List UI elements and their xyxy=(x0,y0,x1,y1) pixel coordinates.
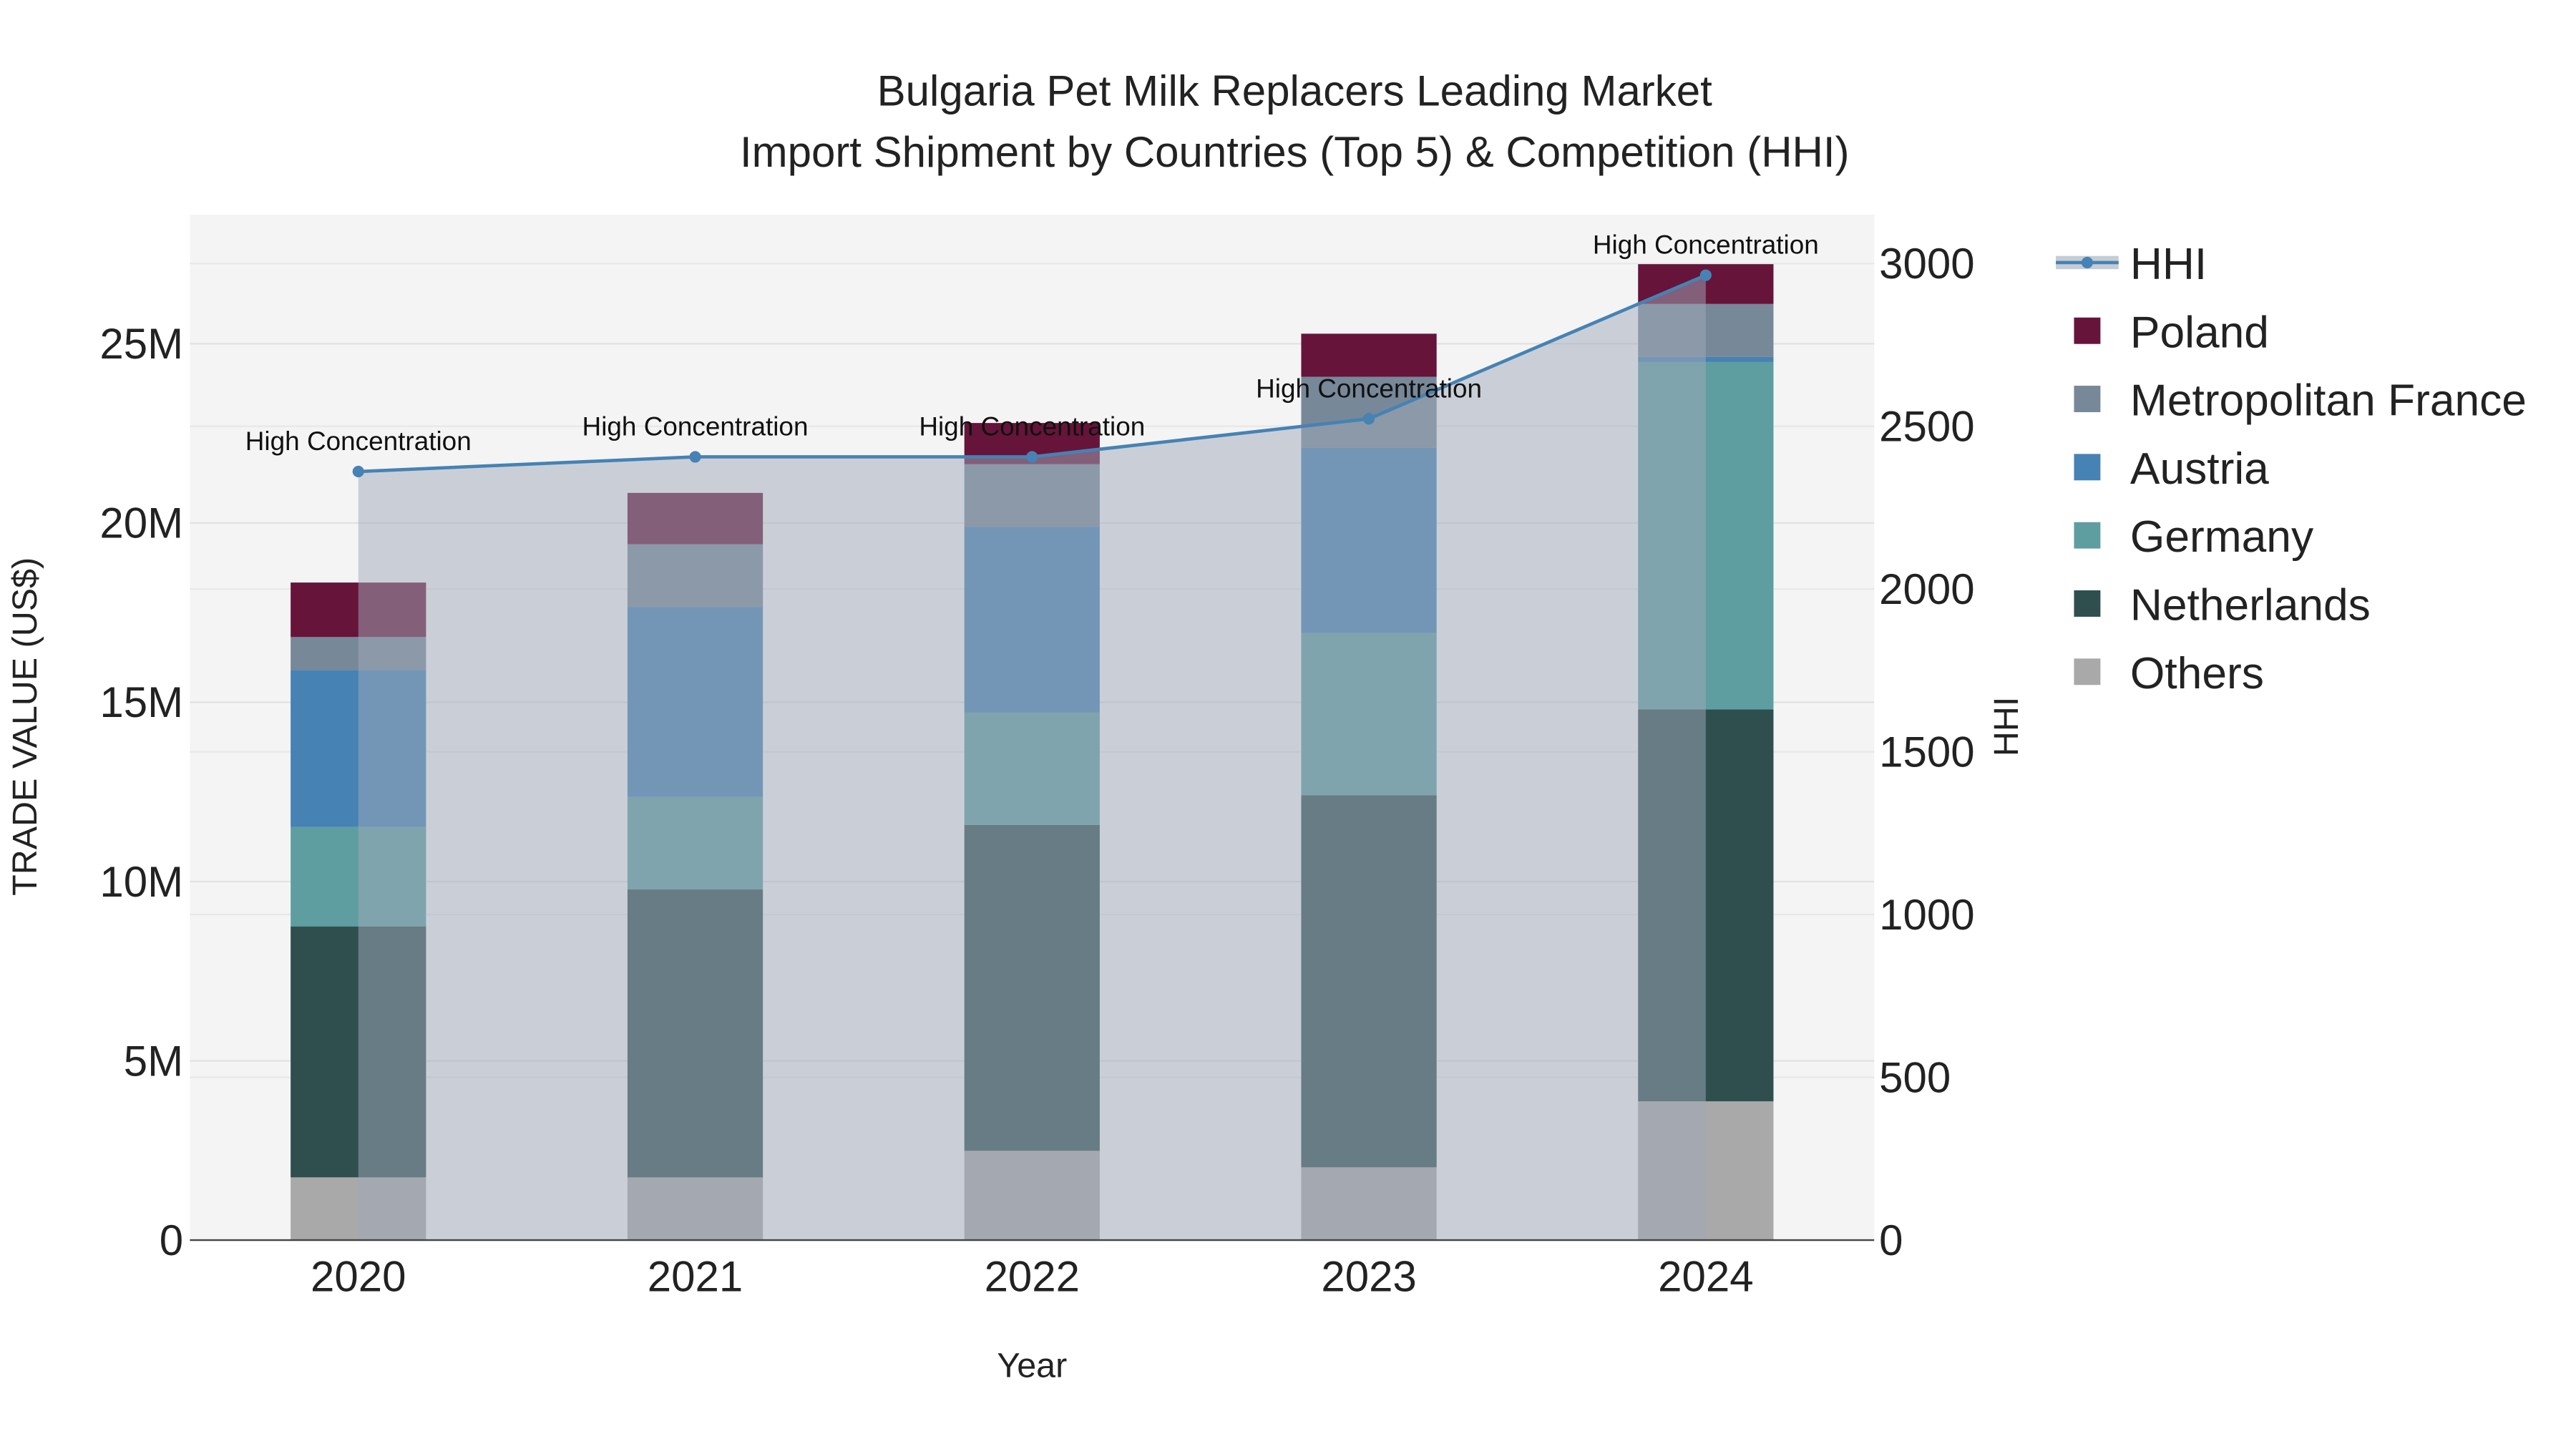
hhi-point xyxy=(1026,451,1038,463)
y-tick-label: 10M xyxy=(99,858,183,906)
legend-label: Germany xyxy=(2130,512,2314,562)
y-tick-label: 0 xyxy=(160,1216,183,1264)
y-tick-label: 20M xyxy=(99,499,183,547)
x-tick-label: 2020 xyxy=(311,1253,406,1301)
hhi-point xyxy=(352,465,364,478)
hhi-annotation: High Concentration xyxy=(245,426,472,456)
chart-title: Bulgaria Pet Milk Replacers Leading Mark… xyxy=(877,67,1713,115)
x-tick-label: 2023 xyxy=(1321,1253,1416,1301)
legend-swatch xyxy=(2074,386,2101,412)
legend-label: Others xyxy=(2130,649,2264,698)
y2-tick-label: 3000 xyxy=(1879,240,1974,288)
legend-label: Poland xyxy=(2130,308,2269,357)
y-tick-label: 15M xyxy=(99,678,183,726)
legend-swatch xyxy=(2074,590,2101,617)
hhi-annotation: High Concentration xyxy=(1256,374,1482,403)
legend-swatch xyxy=(2074,522,2101,549)
legend-hhi-marker xyxy=(2081,256,2093,268)
hhi-annotation: High Concentration xyxy=(1593,230,1819,260)
legend-label: HHI xyxy=(2130,240,2207,289)
bar-poland xyxy=(1301,333,1437,377)
y2-axis-ticks: 0 500 1000 1500 2000 2500 3000 xyxy=(1879,240,1974,1264)
chart-subtitle: Import Shipment by Countries (Top 5) & C… xyxy=(740,128,1850,176)
x-tick-label: 2024 xyxy=(1658,1253,1753,1301)
legend-label: Netherlands xyxy=(2130,581,2371,630)
legend-label: Metropolitan France xyxy=(2130,376,2527,426)
legend-swatch xyxy=(2074,317,2101,344)
hhi-point xyxy=(689,451,701,463)
legend-label: Austria xyxy=(2130,444,2269,494)
y2-tick-label: 2500 xyxy=(1879,402,1974,450)
hhi-annotation: High Concentration xyxy=(919,411,1145,441)
y2-tick-label: 500 xyxy=(1879,1053,1951,1101)
legend-swatch xyxy=(2074,454,2101,481)
y-tick-label: 5M xyxy=(124,1037,183,1085)
x-tick-label: 2022 xyxy=(985,1253,1080,1301)
y-axis-ticks: 0 5M 10M 15M 20M 25M xyxy=(99,320,183,1264)
y2-tick-label: 0 xyxy=(1879,1216,1903,1264)
y2-tick-label: 1000 xyxy=(1879,891,1974,939)
chart: High Concentration High Concentration High… xyxy=(6,67,2527,1385)
x-tick-label: 2021 xyxy=(648,1253,743,1301)
x-axis-title: Year xyxy=(997,1347,1067,1385)
legend: HHI Poland Metropolitan France Austria Germa… xyxy=(2056,240,2527,698)
hhi-point xyxy=(1699,269,1712,281)
x-axis-ticks: 2020 2021 2022 2023 2024 xyxy=(311,1253,1754,1301)
y2-axis-title: HHI xyxy=(1987,697,2026,756)
hhi-point xyxy=(1363,413,1375,425)
y-axis-title: TRADE VALUE (US$) xyxy=(6,557,44,896)
y2-tick-label: 1500 xyxy=(1879,728,1974,776)
hhi-annotation: High Concentration xyxy=(582,411,809,441)
y2-tick-label: 2000 xyxy=(1879,565,1974,613)
y-tick-label: 25M xyxy=(99,320,183,368)
legend-swatch xyxy=(2074,658,2101,686)
